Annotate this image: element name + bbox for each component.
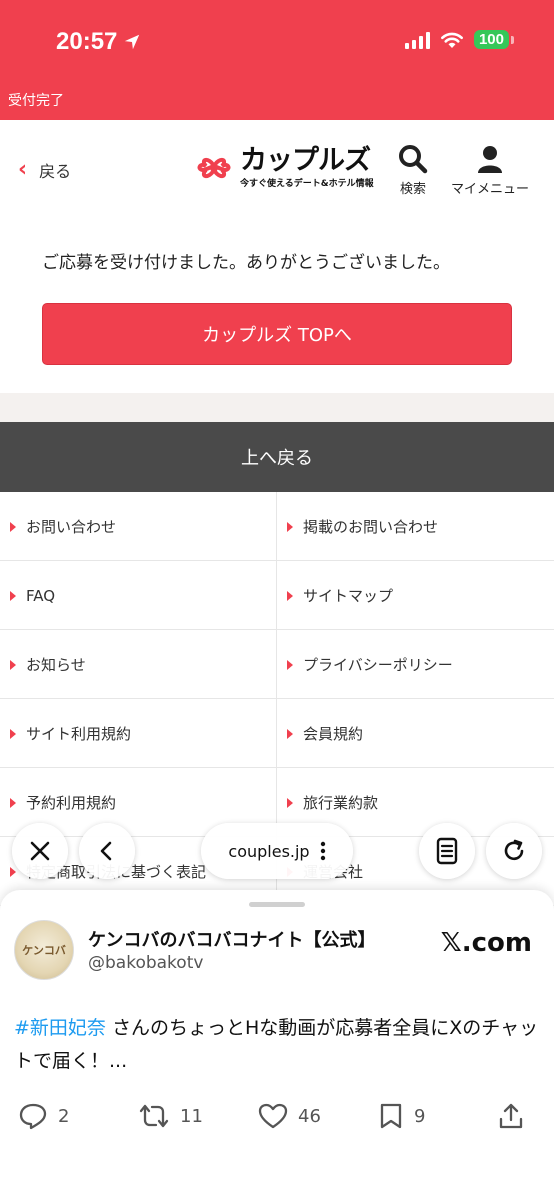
bookmark-icon [380,1103,402,1129]
footer-link-label: サイトマップ [303,587,394,605]
heart-icon [258,1103,288,1129]
repost-icon [139,1104,169,1128]
arrow-right-icon [10,866,16,877]
footer-link-label: お問い合わせ [26,518,117,536]
footer-link-sitemap[interactable]: サイトマップ [277,561,554,630]
reload-button[interactable] [486,823,542,879]
status-banner: 受付完了 [0,86,554,120]
footer-link-label: サイト利用規約 [26,725,132,743]
arrow-right-icon [10,797,16,808]
search-label: 検索 [399,182,426,197]
footer-link-member-terms[interactable]: 会員規約 [277,699,554,768]
share-button[interactable] [498,1102,524,1130]
footer-link-label: 旅行業約款 [303,794,379,812]
cellular-signal-icon [404,31,430,49]
reload-icon [504,839,524,861]
reply-icon [19,1103,47,1130]
arrow-right-icon [287,590,293,601]
chevron-left-icon [100,841,112,861]
footer-link-faq[interactable]: FAQ [0,561,277,630]
url-text: couples.jp [228,841,310,861]
footer-link-label: FAQ [26,586,56,605]
bookmark-button[interactable]: 9 [378,1102,498,1130]
clover-heart-logo-icon [197,158,231,178]
bookmark-count: 9 [414,1105,426,1127]
section-divider [0,393,554,422]
account-name[interactable]: ケンコバのバコバコナイト【公式】 [88,926,375,952]
close-browser-button[interactable] [12,823,68,879]
reader-mode-button[interactable] [419,823,475,879]
my-menu-button[interactable]: マイメニュー [451,144,529,197]
arrow-right-icon [10,659,16,670]
footer-link-site-terms[interactable]: サイト利用規約 [0,699,277,768]
user-icon [478,146,502,173]
x-logo-label: 𝕏.com [440,928,532,958]
battery-icon: 100 [473,30,509,49]
footer-link-row: サイト利用規約 会員規約 [0,699,554,768]
location-arrow-icon [125,34,140,50]
footer-link-label: 掲載のお問い合わせ [303,518,439,536]
arrow-right-icon [10,590,16,601]
battery-cap [511,35,514,44]
logo-name: カップルズ [240,145,371,176]
footer-link-row: FAQ サイトマップ [0,561,554,630]
status-banner-text: 受付完了 [8,93,64,109]
document-icon [436,837,458,865]
couples-top-button[interactable]: カップルズ TOPへ [42,303,512,365]
avatar[interactable]: ケンコバ [14,920,74,980]
footer-link-row: お知らせ プライバシーポリシー [0,630,554,699]
arrow-right-icon [287,728,293,739]
back-to-top-button[interactable]: 上へ戻る [0,422,554,492]
clock: 20:57 [56,28,141,56]
footer-link-news[interactable]: お知らせ [0,630,277,699]
like-count: 46 [298,1105,321,1127]
repost-button[interactable]: 11 [138,1102,258,1130]
arrow-right-icon [287,659,293,670]
footer-link-label: 予約利用規約 [26,794,117,812]
like-button[interactable]: 46 [258,1102,378,1130]
back-label: 戻る [39,162,72,181]
wifi-icon [440,32,463,48]
url-bar[interactable]: couples.jp [201,823,353,879]
footer-link-label: お知らせ [26,656,86,674]
reply-button[interactable]: 2 [18,1102,138,1130]
footer-link-label: プライバシーポリシー [303,656,453,674]
logo-tagline: 今すぐ使えるデート&ホテル情報 [240,179,374,189]
arrow-right-icon [287,521,293,532]
search-icon [399,145,428,174]
sheet-grabber[interactable] [249,902,305,907]
back-button[interactable]: ‹ 戻る [18,158,71,182]
chevron-left-icon: ‹ [18,157,28,182]
footer-link-privacy[interactable]: プライバシーポリシー [277,630,554,699]
footer-link-listing-contact[interactable]: 掲載のお問い合わせ [277,492,554,561]
arrow-right-icon [287,797,293,808]
hashtag-link[interactable]: #新田妃奈 [14,1017,106,1039]
footer-link-contact[interactable]: お問い合わせ [0,492,277,561]
search-button[interactable]: 検索 [398,144,428,197]
my-menu-label: マイメニュー [451,182,530,197]
tweet-card[interactable]: ケンコバ ケンコバのバコバコナイト【公式】 @bakobakotv 𝕏.com … [0,890,554,1200]
share-icon [499,1103,523,1129]
arrow-right-icon [10,728,16,739]
reply-count: 2 [58,1105,70,1127]
footer-link-row: お問い合わせ 掲載のお問い合わせ [0,492,554,561]
status-bar: 20:57 100 [0,0,554,86]
repost-count: 11 [180,1105,203,1127]
account-handle: @bakobakotv [88,953,204,973]
footer-link-label: 会員規約 [303,725,364,743]
site-header: ‹ 戻る カップルズ 今すぐ使えるデート&ホテル情報 検索 マイメニュー [0,120,554,220]
arrow-right-icon [10,521,16,532]
more-vertical-icon[interactable] [320,841,326,861]
completion-message: ご応募を受け付けました。ありがとうございました。 [42,253,450,273]
tweet-actions: 2 11 46 9 [18,1102,538,1130]
tweet-text: #新田妃奈 さんのちょっとHな動画が応募者全員にXのチャットで届く！... [14,1012,544,1078]
site-logo[interactable]: カップルズ 今すぐ使えるデート&ホテル情報 [192,146,374,190]
browser-back-button[interactable] [79,823,135,879]
close-icon [30,841,50,861]
clock-time: 20:57 [56,28,118,55]
